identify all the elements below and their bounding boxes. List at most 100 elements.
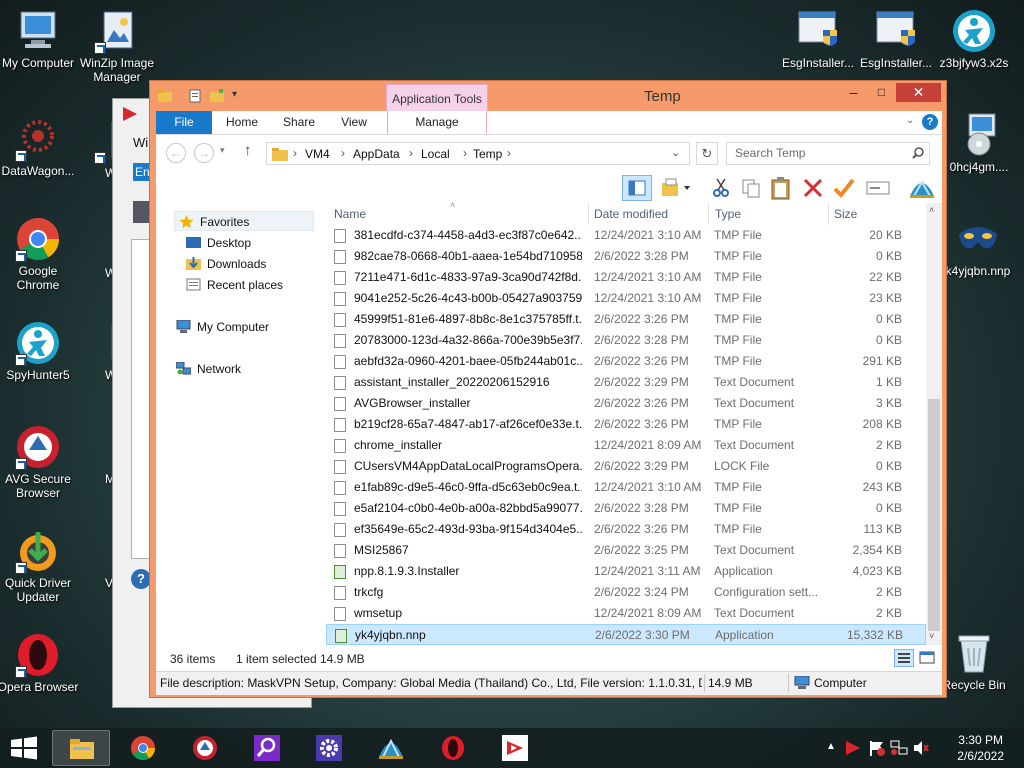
taskbar-video-app[interactable]: [486, 730, 544, 766]
breadcrumb-local[interactable]: Local: [421, 147, 450, 161]
column-header-date[interactable]: Date modified: [594, 207, 668, 221]
forward-button[interactable]: →: [194, 143, 214, 163]
desktop-icon-k4yjqbn[interactable]: k4yjqbn.nnp: [936, 216, 1020, 278]
desktop-icon-my-computer[interactable]: My Computer: [0, 8, 80, 70]
breadcrumb-temp[interactable]: Temp: [473, 147, 502, 161]
taskbar-shell-app[interactable]: [362, 730, 420, 766]
file-row[interactable]: trkcfg 2/6/2022 3:24 PM Configuration sett…: [326, 582, 926, 603]
desktop-icon-avg-secure-browser[interactable]: AVG Secure Browser: [0, 424, 80, 500]
tray-app-icon[interactable]: [844, 739, 862, 760]
file-row[interactable]: assistant_installer_20220206152916 2/6/20…: [326, 372, 926, 393]
nav-favorites[interactable]: Favorites: [174, 211, 314, 231]
desktop-icon-winzip-image-manager[interactable]: WinZip Image Manager: [75, 8, 159, 84]
back-button[interactable]: ←: [166, 143, 186, 163]
show-hidden-icons-icon[interactable]: ▲: [826, 741, 836, 752]
file-row[interactable]: yk4yjqbn.nnp 2/6/2022 3:30 PM Application 1…: [326, 624, 926, 645]
shell-icon[interactable]: [908, 176, 936, 200]
delete-icon[interactable]: [802, 177, 824, 199]
title-bar[interactable]: ▾ Application Tools Temp – □ ✕: [150, 81, 946, 111]
column-header-type[interactable]: Type: [715, 207, 741, 221]
scroll-up-icon[interactable]: ˄: [929, 205, 934, 215]
maximize-button[interactable]: □: [868, 83, 895, 102]
vertical-scrollbar[interactable]: ˄ ˅: [926, 203, 942, 645]
desktop-icon-esginstaller-1[interactable]: EsgInstaller...: [776, 8, 860, 70]
file-row[interactable]: AVGBrowser_installer 2/6/2022 3:26 PM Text…: [326, 393, 926, 414]
properties-icon[interactable]: [188, 89, 202, 103]
file-row[interactable]: e5af2104-c0b0-4e0b-a00a-82bbd5a99077....…: [326, 498, 926, 519]
file-row[interactable]: 20783000-123d-4a32-866a-700e39b5e3f7....…: [326, 330, 926, 351]
help-icon[interactable]: ?: [922, 114, 938, 130]
file-row[interactable]: b219cf28-65a7-4847-ab17-af26cef0e33e.t..…: [326, 414, 926, 435]
start-button[interactable]: [10, 736, 38, 760]
action-center-flag-icon[interactable]: [868, 739, 886, 760]
rename-icon[interactable]: [866, 179, 890, 197]
help-icon[interactable]: ?: [131, 569, 151, 589]
column-header-size[interactable]: Size: [834, 207, 857, 221]
nav-desktop[interactable]: Desktop: [186, 233, 251, 253]
close-button[interactable]: ✕: [896, 83, 941, 102]
file-row[interactable]: npp.8.1.9.3.Installer 12/24/2021 3:11 AM A…: [326, 561, 926, 582]
network-status-icon[interactable]: [890, 739, 908, 760]
desktop-icon-datawagon[interactable]: DataWagon...: [0, 116, 80, 178]
file-row[interactable]: wmsetup 12/24/2021 8:09 AM Text Document 2 …: [326, 603, 926, 624]
minimize-button[interactable]: –: [840, 83, 867, 102]
column-separator[interactable]: [828, 203, 829, 225]
file-row[interactable]: chrome_installer 12/24/2021 8:09 AM Text D…: [326, 435, 926, 456]
new-folder-icon[interactable]: [210, 89, 224, 103]
recent-locations-button[interactable]: ▾: [220, 145, 225, 156]
column-header-name[interactable]: Name: [334, 207, 366, 221]
tab-share[interactable]: Share: [272, 111, 326, 134]
details-view-icon[interactable]: [894, 649, 914, 667]
taskbar-avg-browser[interactable]: [176, 730, 234, 766]
taskbar-opera[interactable]: [424, 730, 482, 766]
desktop-icon-z3bjfyw3[interactable]: z3bjfyw3.x2s: [932, 8, 1016, 70]
up-button[interactable]: ↑: [244, 142, 252, 159]
breadcrumb-appdata[interactable]: AppData: [353, 147, 400, 161]
nav-downloads[interactable]: Downloads: [186, 254, 266, 274]
scroll-down-icon[interactable]: ˅: [929, 631, 934, 641]
cut-icon[interactable]: [710, 177, 732, 199]
tab-manage[interactable]: Manage: [387, 111, 487, 134]
desktop-icon-esginstaller-2[interactable]: EsgInstaller...: [854, 8, 938, 70]
taskbar-chrome[interactable]: [114, 730, 172, 766]
organize-icon[interactable]: [660, 177, 696, 199]
file-row[interactable]: 982cae78-0668-40b1-aaea-1e54bd710958....…: [326, 246, 926, 267]
nav-recent-places[interactable]: Recent places: [186, 275, 283, 295]
explorer-window[interactable]: ▾ Application Tools Temp – □ ✕ File Home…: [149, 80, 947, 698]
background-window-tab[interactable]: Wi: [133, 135, 148, 150]
volume-muted-icon[interactable]: [912, 739, 930, 760]
file-row[interactable]: 9041e252-5c26-4c43-b00b-05427a903759....…: [326, 288, 926, 309]
search-input[interactable]: Search Temp: [726, 142, 930, 165]
taskbar-file-explorer[interactable]: [52, 730, 110, 766]
taskbar-search-tool[interactable]: [238, 730, 296, 766]
copy-icon[interactable]: [740, 177, 762, 199]
customize-toolbar-icon[interactable]: ▾: [232, 89, 246, 103]
desktop-icon-google-chrome[interactable]: Google Chrome: [0, 216, 80, 292]
file-row[interactable]: ef35649e-65c2-493d-93ba-9f154d3404e5....…: [326, 519, 926, 540]
large-icons-view-icon[interactable]: [918, 650, 936, 666]
tab-file[interactable]: File: [156, 111, 212, 134]
file-row[interactable]: 381ecdfd-c374-4458-a4d3-ec3f87c0e642....…: [326, 225, 926, 246]
desktop-icon-opera-browser[interactable]: Opera Browser: [0, 632, 80, 694]
file-row[interactable]: CUsersVM4AppDataLocalProgramsOpera... 2/6…: [326, 456, 926, 477]
tab-home[interactable]: Home: [216, 111, 268, 134]
taskbar-settings-tool[interactable]: [300, 730, 358, 766]
clock[interactable]: 3:30 PM 2/6/2022: [957, 732, 1004, 764]
checkmark-icon[interactable]: [832, 177, 856, 199]
file-row[interactable]: aebfd32a-0960-4201-baee-05fb244ab01c....…: [326, 351, 926, 372]
file-row[interactable]: 45999f51-81e6-4897-8b8c-8e1c375785ff.t..…: [326, 309, 926, 330]
nav-my-computer[interactable]: My Computer: [176, 317, 269, 337]
file-row[interactable]: MSI25867 2/6/2022 3:25 PM Text Document 2,3…: [326, 540, 926, 561]
breadcrumb-vm4[interactable]: VM4: [305, 147, 330, 161]
nav-network[interactable]: Network: [175, 359, 241, 379]
desktop-icon-quick-driver-updater[interactable]: Quick Driver Updater: [0, 528, 80, 604]
column-separator[interactable]: [588, 203, 589, 225]
preview-pane-icon[interactable]: [622, 175, 652, 201]
column-separator[interactable]: [708, 203, 709, 225]
scrollbar-thumb[interactable]: [928, 399, 940, 631]
desktop-icon-spyhunter[interactable]: SpyHunter5: [0, 320, 80, 382]
file-row[interactable]: 7211e471-6d1c-4833-97a9-3ca90d742f8d....…: [326, 267, 926, 288]
tab-view[interactable]: View: [328, 111, 380, 134]
address-dropdown-icon[interactable]: ⌄: [671, 146, 680, 159]
address-bar[interactable]: › VM4 › AppData › Local › Temp › ⌄: [266, 142, 690, 165]
